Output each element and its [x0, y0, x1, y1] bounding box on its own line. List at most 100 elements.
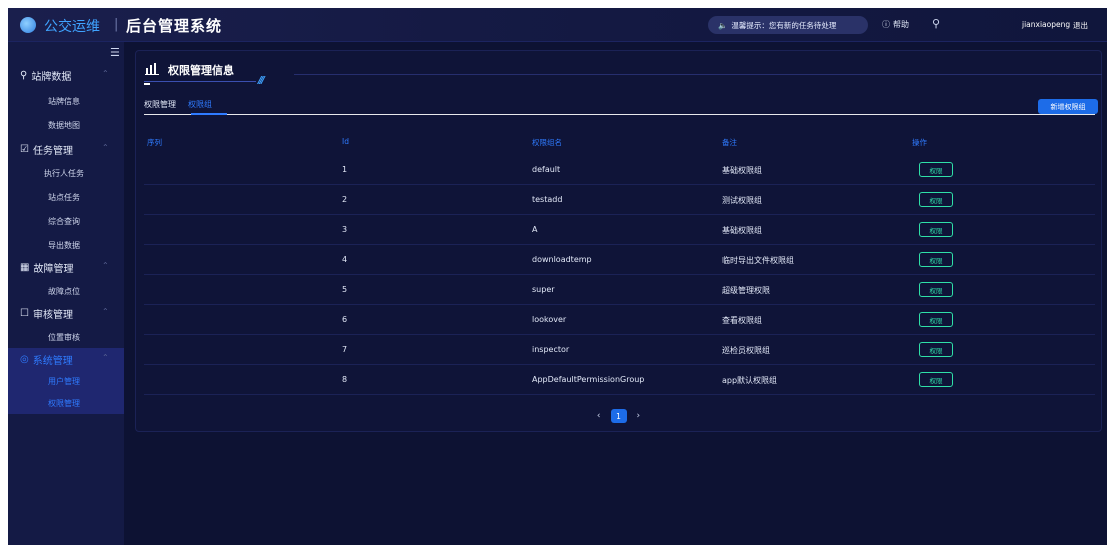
main-panel: 权限管理信息 /// 权限管理 权限组 新增权限组 序列 Id 权限组名 备注 … [135, 50, 1102, 432]
sidebar-group-label: 任务管理 [32, 145, 73, 157]
system-title: 后台管理系统 [126, 17, 223, 35]
speaker-icon: 🔈 [718, 20, 728, 30]
sidebar-item-permission-management[interactable]: 权限管理 [8, 392, 124, 414]
table-row: 5 super 超级管理权限 权限 [144, 275, 1095, 305]
logo-icon [20, 17, 36, 33]
chevron-up-icon: ⌃ [102, 307, 109, 316]
app-frame: 公交运维 | 后台管理系统 🔈 温馨提示：您有新的任务待处理 ⓘ 帮助 ⚲ ji… [8, 8, 1107, 545]
permission-button[interactable]: 权限 [919, 162, 953, 177]
sidebar-group-label: 审核管理 [32, 309, 73, 321]
question-icon: ⓘ [882, 20, 890, 29]
cell-note: 巡检员权限组 [722, 346, 770, 355]
top-header: 公交运维 | 后台管理系统 🔈 温馨提示：您有新的任务待处理 ⓘ 帮助 ⚲ ji… [8, 8, 1107, 42]
pagination: ‹ 1 › [136, 409, 1101, 423]
chevron-up-icon: ⌃ [102, 143, 109, 152]
sidebar-item-position-audit[interactable]: 位置审核 [8, 326, 124, 348]
title-accent-dot [144, 83, 150, 85]
cell-id: 5 [342, 285, 348, 294]
column-header-action: 操作 [912, 138, 927, 147]
cell-note: 测试权限组 [722, 196, 762, 205]
permission-button[interactable]: 权限 [919, 372, 953, 387]
help-label: 帮助 [893, 20, 909, 29]
prev-page-button[interactable]: ‹ [597, 411, 601, 421]
title-underline [144, 81, 256, 82]
page-number-current[interactable]: 1 [610, 409, 627, 423]
sidebar-group-audit[interactable]: ☐ 审核管理 ⌃ [8, 302, 124, 324]
cell-id: 8 [342, 375, 348, 384]
notice-text: 温馨提示：您有新的任务待处理 [731, 20, 837, 30]
column-header-name: 权限组名 [532, 138, 562, 147]
sidebar-item-user-management[interactable]: 用户管理 [8, 370, 124, 392]
cell-name: downloadtemp [532, 255, 592, 264]
sidebar-group-label: 系统管理 [32, 355, 73, 367]
help-link[interactable]: ⓘ 帮助 [882, 19, 909, 30]
tab-bar-line [144, 114, 1095, 115]
cell-name: AppDefaultPermissionGroup [532, 375, 645, 384]
chevron-up-icon: ⌃ [102, 69, 109, 78]
header-divider: | [114, 17, 119, 32]
cell-name: testadd [532, 195, 563, 204]
cell-id: 2 [342, 195, 348, 204]
cell-name: inspector [532, 345, 570, 354]
sidebar-item-query[interactable]: 综合查询 [8, 210, 124, 232]
cell-id: 4 [342, 255, 348, 264]
fault-icon: ▦ [20, 261, 30, 273]
bell-icon[interactable]: ⚲ [932, 17, 940, 30]
cell-id: 3 [342, 225, 348, 234]
logout-button[interactable]: 退出 [1073, 20, 1088, 31]
cell-name: lookover [532, 315, 567, 324]
sidebar-item-fault-point[interactable]: 故障点位 [8, 280, 124, 302]
sidebar-item-data-map[interactable]: 数据地图 [8, 114, 124, 136]
column-header-note: 备注 [722, 138, 737, 147]
sidebar-group-fault[interactable]: ▦ 故障管理 ⌃ [8, 256, 124, 278]
permission-button[interactable]: 权限 [919, 312, 953, 327]
sidebar: ☰ ⚲ 站牌数据 ⌃ 站牌信息 数据地图 ☑ 任务管理 ⌃ 执行人任务 站点任务… [8, 42, 124, 545]
sidebar-item-export[interactable]: 导出数据 [8, 234, 124, 256]
cell-id: 6 [342, 315, 348, 324]
pin-icon: ⚲ [20, 69, 28, 81]
sidebar-group-task[interactable]: ☑ 任务管理 ⌃ [8, 138, 124, 160]
table-row: 4 downloadtemp 临时导出文件权限组 权限 [144, 245, 1095, 275]
notice-banner[interactable]: 🔈 温馨提示：您有新的任务待处理 [708, 16, 868, 34]
permission-button[interactable]: 权限 [919, 342, 953, 357]
permission-button[interactable]: 权限 [919, 192, 953, 207]
chart-icon [145, 63, 159, 75]
permission-button[interactable]: 权限 [919, 222, 953, 237]
chevron-up-icon: ⌃ [102, 261, 109, 270]
table-row: 7 inspector 巡检员权限组 权限 [144, 335, 1095, 365]
cell-note: 基础权限组 [722, 226, 762, 235]
app-name: 公交运维 [44, 19, 100, 35]
add-permission-group-button[interactable]: 新增权限组 [1038, 99, 1098, 114]
sidebar-group-system[interactable]: ◎ 系统管理 ⌃ [8, 348, 124, 370]
cell-note: 超级管理权限 [722, 286, 770, 295]
cell-id: 1 [342, 165, 348, 174]
cell-id: 7 [342, 345, 348, 354]
sidebar-group-label: 故障管理 [33, 263, 74, 275]
panel-title: 权限管理信息 [168, 64, 234, 77]
permission-button[interactable]: 权限 [919, 282, 953, 297]
sidebar-item-executor-task[interactable]: 执行人任务 [8, 162, 124, 184]
table-row: 6 lookover 查看权限组 权限 [144, 305, 1095, 335]
column-header-id: Id [342, 137, 349, 146]
cell-name: default [532, 165, 561, 174]
cell-note: 临时导出文件权限组 [722, 256, 794, 265]
cell-name: A [532, 225, 538, 234]
sidebar-group-label: 站牌数据 [31, 71, 72, 83]
cell-note: 基础权限组 [722, 166, 762, 175]
sidebar-item-stop-info[interactable]: 站牌信息 [8, 90, 124, 112]
permission-button[interactable]: 权限 [919, 252, 953, 267]
settings-icon: ◎ [20, 353, 29, 365]
table-row: 2 testadd 测试权限组 权限 [144, 185, 1095, 215]
next-page-button[interactable]: › [637, 411, 641, 421]
cell-note: 查看权限组 [722, 316, 762, 325]
table-row: 3 A 基础权限组 权限 [144, 215, 1095, 245]
table-header: 序列 Id 权限组名 备注 操作 [144, 137, 1095, 155]
sidebar-group-stop-data[interactable]: ⚲ 站牌数据 ⌃ [8, 64, 124, 86]
table-row: 8 AppDefaultPermissionGroup app默认权限组 权限 [144, 365, 1095, 395]
sidebar-item-site-task[interactable]: 站点任务 [8, 186, 124, 208]
stripes-decoration: /// [258, 75, 265, 86]
cell-note: app默认权限组 [722, 376, 778, 385]
chevron-up-icon: ⌃ [102, 353, 109, 362]
user-name[interactable]: jianxiaopeng [1022, 20, 1070, 29]
menu-collapse-icon[interactable]: ☰ [110, 46, 120, 59]
